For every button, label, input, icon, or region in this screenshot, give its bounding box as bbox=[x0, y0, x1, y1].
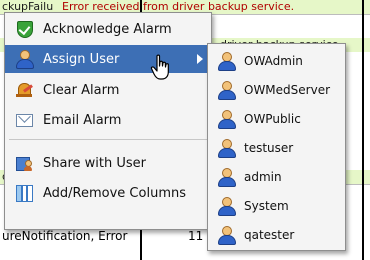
menu-item-assign-user[interactable]: Assign User bbox=[5, 45, 211, 73]
submenu-item-label: admin bbox=[244, 169, 282, 184]
user-icon bbox=[217, 51, 236, 71]
submenu-item-owadmin[interactable]: OWAdmin bbox=[208, 46, 345, 75]
table-cell: ureNotification, Error bbox=[2, 229, 128, 243]
submenu-item-label: qatester bbox=[244, 227, 295, 242]
assign-user-submenu: OWAdmin OWMedServer OWPublic testuser ad… bbox=[207, 43, 346, 251]
envelope-icon bbox=[15, 111, 33, 129]
columns-icon bbox=[15, 184, 33, 202]
submenu-item-testuser[interactable]: testuser bbox=[208, 133, 345, 162]
menu-item-add-remove-columns[interactable]: Add/Remove Columns bbox=[5, 179, 211, 207]
submenu-item-label: testuser bbox=[244, 140, 294, 155]
user-icon bbox=[217, 80, 236, 100]
table-cell: 11 bbox=[188, 229, 204, 243]
hand-pointer-icon bbox=[150, 54, 169, 80]
user-icon bbox=[15, 50, 34, 69]
submenu-item-qatester[interactable]: qatester bbox=[208, 220, 345, 249]
column-divider bbox=[362, 0, 364, 260]
submenu-item-label: OWMedServer bbox=[244, 82, 331, 97]
submenu-item-label: OWPublic bbox=[244, 111, 301, 126]
shield-check-icon bbox=[15, 20, 33, 38]
chevron-right-icon bbox=[197, 54, 203, 64]
menu-item-label: Add/Remove Columns bbox=[43, 185, 186, 201]
menu-item-share-with-user[interactable]: Share with User bbox=[5, 149, 211, 177]
alarm-context-menu: Acknowledge Alarm Assign User Clear Alar… bbox=[4, 12, 212, 230]
user-icon bbox=[217, 167, 236, 187]
bell-clear-icon bbox=[15, 81, 33, 99]
menu-item-label: Share with User bbox=[43, 155, 146, 171]
menu-item-acknowledge-alarm[interactable]: Acknowledge Alarm bbox=[5, 15, 211, 43]
submenu-item-label: OWAdmin bbox=[244, 53, 303, 68]
share-user-icon bbox=[15, 154, 33, 172]
user-icon bbox=[217, 138, 236, 158]
menu-item-label: Clear Alarm bbox=[43, 82, 120, 98]
menu-item-label: Acknowledge Alarm bbox=[43, 21, 172, 37]
submenu-item-admin[interactable]: admin bbox=[208, 162, 345, 191]
menu-item-email-alarm[interactable]: Email Alarm bbox=[5, 106, 211, 134]
submenu-item-owmedserver[interactable]: OWMedServer bbox=[208, 75, 345, 104]
submenu-item-system[interactable]: System bbox=[208, 191, 345, 220]
menu-separator bbox=[9, 139, 207, 140]
submenu-item-owpublic[interactable]: OWPublic bbox=[208, 104, 345, 133]
user-icon bbox=[217, 225, 236, 245]
menu-item-label: Assign User bbox=[43, 51, 120, 67]
menu-item-label: Email Alarm bbox=[43, 112, 122, 128]
submenu-item-label: System bbox=[244, 198, 289, 213]
user-icon bbox=[217, 196, 236, 216]
menu-item-clear-alarm[interactable]: Clear Alarm bbox=[5, 76, 211, 104]
user-icon bbox=[217, 109, 236, 129]
